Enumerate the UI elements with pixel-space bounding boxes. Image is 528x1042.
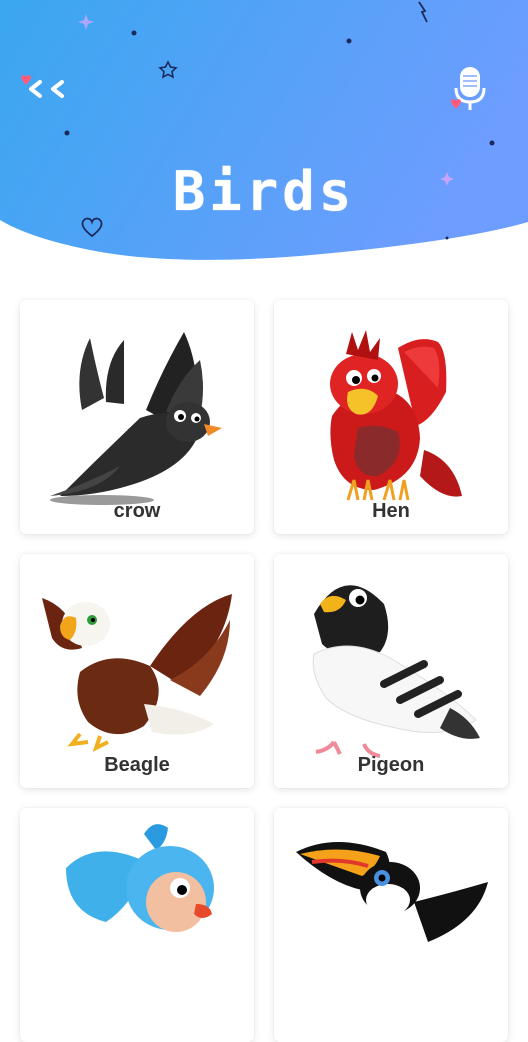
pigeon-illustration: [312, 585, 480, 758]
back-button[interactable]: [18, 74, 70, 106]
microphone-icon: [451, 67, 486, 110]
bird-card-label: Pigeon: [357, 754, 425, 776]
microphone-button[interactable]: [448, 64, 492, 114]
bird-card-bluebird[interactable]: [20, 808, 254, 1042]
hen-illustration: [330, 330, 462, 501]
bird-card-hen[interactable]: Hen: [274, 300, 508, 534]
bird-card-beagle[interactable]: Beagle: [20, 554, 254, 788]
page-title: Birds: [172, 160, 356, 223]
double-chevron-left-icon: [21, 75, 64, 98]
toucan-illustration: [296, 842, 488, 942]
bird-card-label: Hen: [372, 500, 410, 522]
bird-card-crow[interactable]: crow: [20, 300, 254, 534]
crow-illustration: [50, 332, 222, 505]
header-banner: Birds: [0, 0, 528, 270]
bird-card-label: crow: [113, 500, 161, 522]
eagle-illustration: [42, 594, 232, 752]
header-background: [0, 0, 528, 260]
bluebird-illustration: [66, 824, 214, 932]
bird-card-label: Beagle: [104, 754, 170, 776]
bird-card-pigeon[interactable]: Pigeon: [274, 554, 508, 788]
bird-card-toucan[interactable]: [274, 808, 508, 1042]
